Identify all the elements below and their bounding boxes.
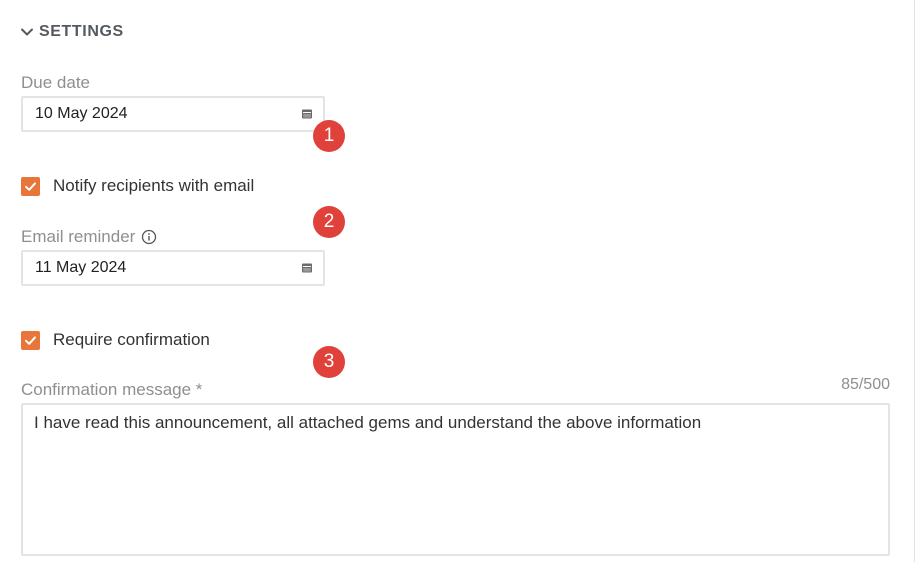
annotation-badge-2: 2 xyxy=(313,206,345,238)
confirmation-message-label: Confirmation message * xyxy=(21,380,202,400)
calendar-icon[interactable] xyxy=(301,262,313,274)
section-title: SETTINGS xyxy=(39,23,124,40)
info-icon[interactable] xyxy=(141,229,157,245)
annotation-badge-3: 3 xyxy=(313,346,345,378)
chevron-down-icon xyxy=(21,28,33,36)
email-reminder-label: Email reminder xyxy=(21,227,157,247)
due-date-label-text: Due date xyxy=(21,73,90,92)
annotation-badge-1: 1 xyxy=(313,120,345,152)
require-confirmation-checkbox[interactable]: Require confirmation xyxy=(21,330,210,350)
calendar-icon[interactable] xyxy=(301,108,313,120)
settings-section-header[interactable]: SETTINGS xyxy=(20,22,124,42)
due-date-input[interactable]: 10 May 2024 xyxy=(21,96,325,132)
notify-recipients-checkbox[interactable]: Notify recipients with email xyxy=(21,176,254,196)
character-counter: 85/500 xyxy=(841,376,890,393)
check-icon xyxy=(25,335,36,345)
confirmation-message-label-text: Confirmation message * xyxy=(21,380,203,399)
check-icon xyxy=(25,181,36,191)
due-date-value: 10 May 2024 xyxy=(35,105,128,122)
checkbox-checked[interactable] xyxy=(21,330,40,350)
notify-recipients-label: Notify recipients with email xyxy=(53,176,255,195)
checkbox-checked[interactable] xyxy=(21,176,40,196)
confirmation-message-textarea[interactable]: I have read this announcement, all attac… xyxy=(21,403,890,556)
require-confirmation-label: Require confirmation xyxy=(53,330,210,349)
email-reminder-label-text: Email reminder xyxy=(21,227,136,246)
email-reminder-input[interactable]: 11 May 2024 xyxy=(21,250,325,286)
email-reminder-value: 11 May 2024 xyxy=(35,259,127,276)
panel-right-border xyxy=(914,0,915,562)
due-date-label: Due date xyxy=(21,73,90,93)
